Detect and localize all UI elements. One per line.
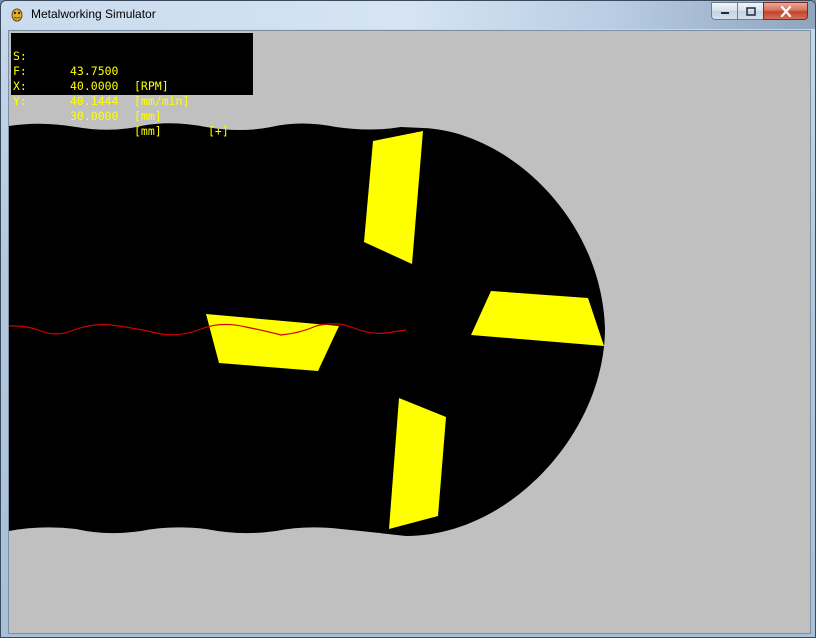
maximize-button[interactable] [737,2,763,20]
machine-status-overlay: S: 43.7500 [RPM] F: 40.0000 [mm/min] X: … [11,33,253,138]
y-position-value: 30.0000 [70,109,119,123]
minimize-button[interactable] [711,2,737,20]
machining-scene [9,123,605,536]
title-bar[interactable]: Metalworking Simulator [1,1,815,29]
close-icon [780,5,791,17]
hud-unit: [mm] [134,109,162,123]
direction-flag: [+] [208,124,229,138]
spindle-speed-value: 43.7500 [70,64,119,78]
pygame-snake-icon [11,8,23,22]
hud-label: Y: [13,94,27,108]
maximize-icon [745,6,756,16]
app-window: Metalworking Simulator S: 43.7500 [RPM] … [0,0,816,638]
hud-unit: [mm] [134,124,162,138]
minimize-icon [720,12,729,14]
cutter-insert-bottom [389,398,446,529]
hud-unit: [RPM] [134,79,169,93]
simulation-canvas[interactable]: S: 43.7500 [RPM] F: 40.0000 [mm/min] X: … [8,30,811,634]
x-position-value: 40.1444 [70,94,119,108]
window-title: Metalworking Simulator [31,7,156,21]
y-position-row: Y: 30.0000 [mm] [13,79,162,154]
window-controls [711,2,808,20]
close-button[interactable] [763,2,808,20]
feed-rate-value: 40.0000 [70,79,119,93]
hud-unit: [mm/min] [134,94,190,108]
